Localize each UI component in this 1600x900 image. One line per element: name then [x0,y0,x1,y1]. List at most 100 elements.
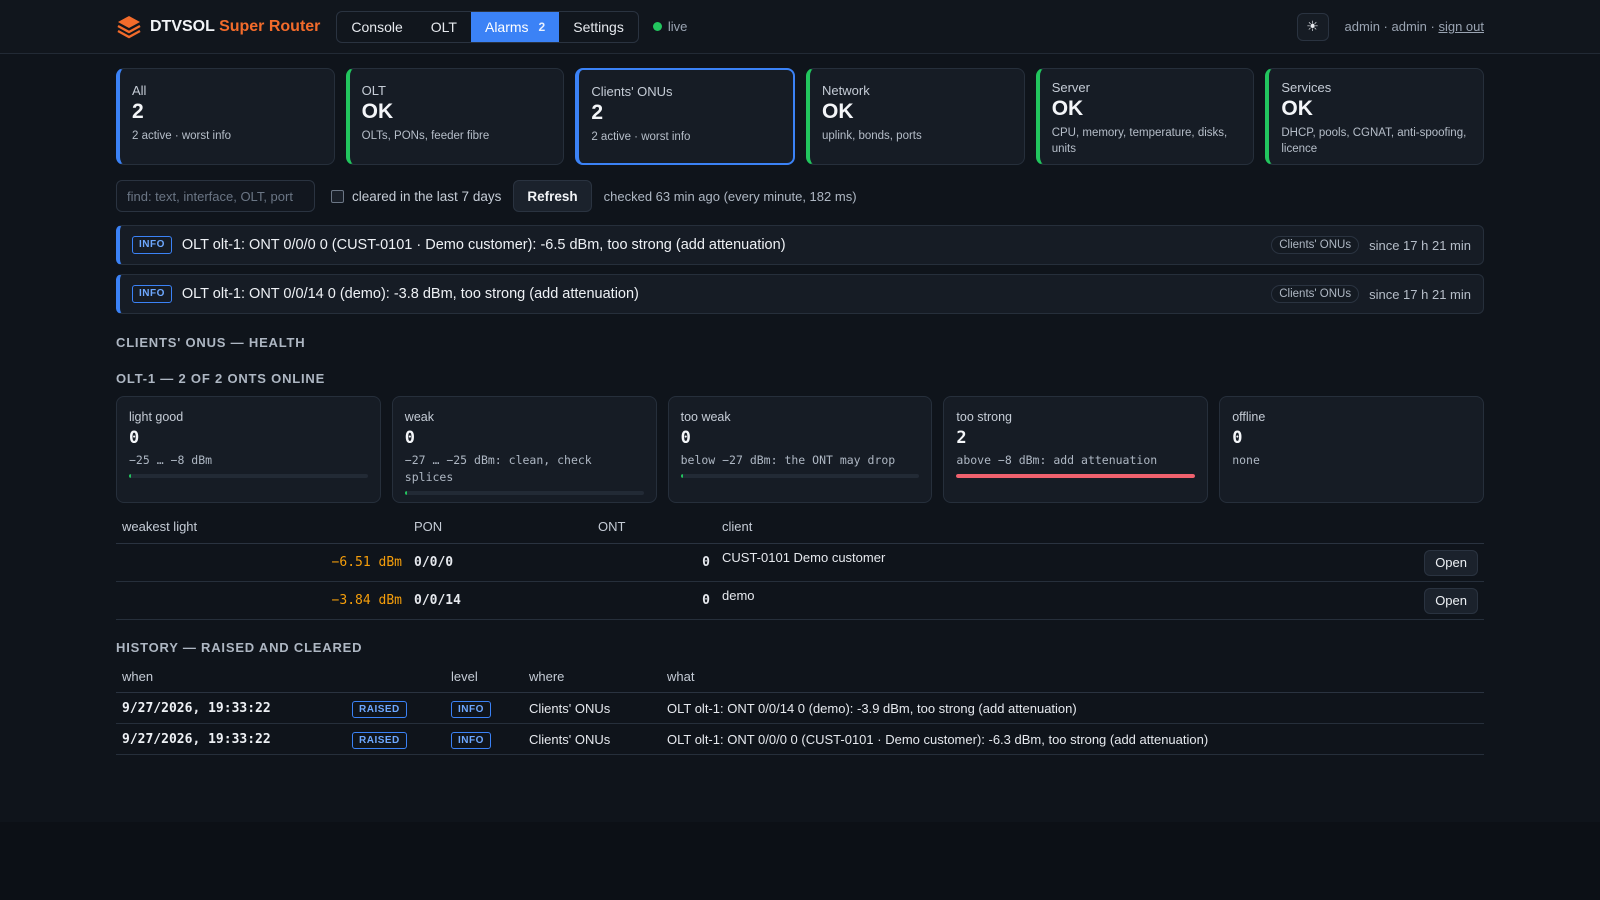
summary-card-clients-onus[interactable]: Clients' ONUs 2 2 active · worst info [575,68,796,165]
table-row: 9/27/2026, 19:33:22 RAISED INFO Clients'… [116,692,1484,724]
card-sub: 2 active · worst info [591,131,691,143]
card-title: OLT [361,83,386,98]
table-row: −6.51 dBm 0/0/0 0 CUST-0101 Demo custome… [116,543,1484,582]
table-row: 9/27/2026, 19:33:22 RAISED INFO Clients'… [116,723,1484,755]
raised-badge: RAISED [352,732,407,749]
table-header-row: when level where what [116,669,1484,693]
level-badge: INFO [132,236,172,254]
main-content: All 2 2 active · worst info OLT OK OLTs,… [116,68,1485,755]
history-table: when level where what 9/27/2026, 19:33:2… [116,669,1484,755]
brand-accent: Super Router [219,17,321,35]
theme-toggle-button[interactable]: ☀ [1296,12,1329,41]
card-title: All [132,83,147,98]
bucket-label: too strong [956,410,1012,424]
nav-console[interactable]: Console [337,12,416,42]
category-pill: Clients' ONUs [1271,285,1360,303]
alarm-meta: Clients' ONUs since 17 h 21 min [1271,285,1471,303]
card-value: 2 [132,100,144,123]
light-buckets: light good 0 −25 … −8 dBm weak 0 −27 … −… [116,396,1484,503]
live-indicator: live [652,19,688,34]
cell-light: −6.51 dBm [116,543,408,582]
bucket-too-weak: too weak 0 below −27 dBm: the ONT may dr… [667,396,933,503]
col-pon[interactable]: PON [408,519,592,544]
bucket-bar [956,474,1196,478]
bucket-count: 0 [404,428,416,448]
bucket-label: too weak [680,410,731,424]
bucket-light-good: light good 0 −25 … −8 dBm [116,396,381,503]
col-where: where [523,669,661,693]
alarm-since: since 17 h 21 min [1369,237,1471,253]
summary-cards: All 2 2 active · worst info OLT OK OLTs,… [116,68,1485,165]
cell-pon: 0/0/14 [408,581,592,620]
cell-ont: 0 [592,543,716,582]
cell-state: RAISED [346,692,445,724]
nav-olt-label: OLT [430,18,457,35]
main-nav: Console OLT Alarms 2 Settings [336,10,639,43]
brand[interactable]: DTVSOL Super Router [116,14,320,40]
bucket-bar [404,491,644,495]
bucket-desc: −27 … −25 dBm: clean, check splices [404,453,592,484]
weakest-light-table: weakest light PON ONT client −6.51 dBm 0… [116,519,1484,620]
nav-settings[interactable]: Settings [559,12,638,42]
cell-light: −3.84 dBm [116,581,408,620]
bucket-bar [129,474,368,478]
router-logo-icon [117,15,141,38]
card-value: OK [361,100,394,123]
card-title: Server [1051,80,1090,95]
cleared-filter[interactable]: cleared in the last 7 days [331,189,501,204]
alarm-row[interactable]: INFO OLT olt-1: ONT 0/0/0 0 (CUST-0101 ·… [116,225,1484,265]
summary-card-all[interactable]: All 2 2 active · worst info [116,68,335,165]
top-right: ☀ admin · admin · sign out [1296,12,1484,41]
filter-bar: cleared in the last 7 days Refresh check… [116,180,1484,212]
cleared-checkbox[interactable] [331,189,344,203]
cell-ont: 0 [592,581,716,620]
client-name: CUST-0101 Demo customer [722,549,886,565]
nav-alarms[interactable]: Alarms 2 [470,11,560,42]
live-label: live [667,19,688,34]
summary-card-olt[interactable]: OLT OK OLTs, PONs, feeder fibre [345,68,565,165]
alarm-row[interactable]: INFO OLT olt-1: ONT 0/0/14 0 (demo): -3.… [116,274,1484,314]
level-badge: INFO [451,701,491,718]
bucket-label: light good [129,410,184,424]
cell-pon: 0/0/0 [408,543,592,582]
bucket-offline: offline 0 none [1219,396,1484,503]
nav-alarms-label: Alarms [484,18,529,35]
summary-card-server[interactable]: Server OK CPU, memory, temperature, disk… [1035,68,1255,165]
cell-level: INFO [445,692,523,724]
summary-card-services[interactable]: Services OK DHCP, pools, CGNAT, anti-spo… [1265,68,1485,165]
alarm-text: OLT olt-1: ONT 0/0/14 0 (demo): -3.8 dBm… [181,286,639,302]
col-client[interactable]: client [716,519,1484,544]
table-row: −3.84 dBm 0/0/14 0 demo Open [116,581,1484,620]
open-button[interactable]: Open [1424,587,1478,614]
find-input[interactable] [116,180,315,212]
open-button[interactable]: Open [1424,549,1478,576]
col-weakest-light[interactable]: weakest light [116,519,408,544]
bucket-bar-fill [680,474,683,478]
bucket-desc: above −8 dBm: add attenuation [956,453,1158,467]
alarm-meta: Clients' ONUs since 17 h 21 min [1271,236,1471,254]
brand-name: DTVSOL Super Router [150,18,320,36]
cell-what: OLT olt-1: ONT 0/0/0 0 (CUST-0101 · Demo… [661,723,1484,755]
nav-olt[interactable]: OLT [417,12,471,42]
card-value: OK [1051,97,1084,120]
cell-where: Clients' ONUs [523,723,661,755]
cell-state: RAISED [346,723,445,755]
live-dot-icon [652,22,662,31]
table-header-row: weakest light PON ONT client [116,519,1484,544]
level-badge: INFO [451,732,491,749]
col-when: when [116,669,346,693]
bucket-weak: weak 0 −27 … −25 dBm: clean, check splic… [391,396,657,503]
category-pill: Clients' ONUs [1271,236,1360,254]
bucket-bar [680,474,920,478]
bucket-too-strong: too strong 2 above −8 dBm: add attenuati… [943,396,1209,503]
sign-out-link[interactable]: sign out [1438,19,1484,34]
card-value: OK [1281,97,1313,120]
alarm-text: OLT olt-1: ONT 0/0/0 0 (CUST-0101 · Demo… [181,237,786,253]
summary-card-network[interactable]: Network OK uplink, bonds, ports [806,68,1025,165]
client-name: demo [722,587,755,603]
refresh-button[interactable]: Refresh [513,180,592,212]
col-ont[interactable]: ONT [592,519,716,544]
last-checked-status: checked 63 min ago (every minute, 182 ms… [603,188,857,204]
cleared-label: cleared in the last 7 days [352,188,502,204]
cell-client: CUST-0101 Demo customer Open [716,543,1484,582]
